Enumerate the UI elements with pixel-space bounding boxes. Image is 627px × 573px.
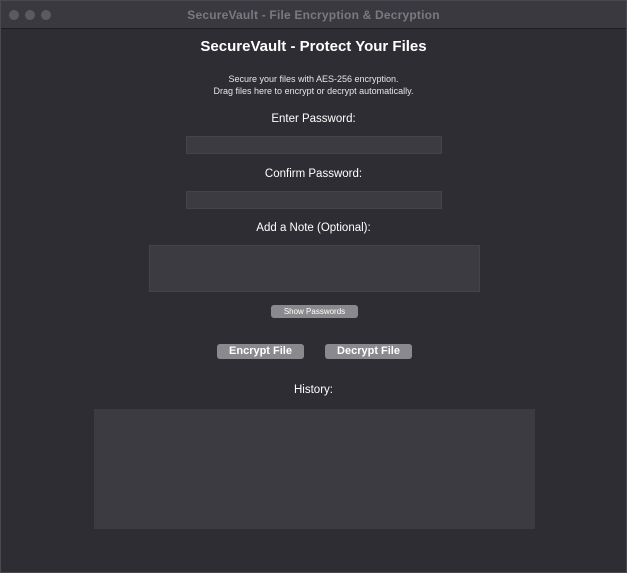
title-bar[interactable]: SecureVault - File Encryption & Decrypti… [1, 1, 626, 29]
description-line-1: Secure your files with AES-256 encryptio… [228, 74, 399, 84]
note-textarea[interactable] [149, 245, 480, 292]
confirm-password-label: Confirm Password: [264, 168, 363, 180]
window-title: SecureVault - File Encryption & Decrypti… [187, 8, 440, 22]
confirm-password-field[interactable] [186, 191, 442, 209]
password-field[interactable] [186, 136, 442, 154]
history-label: History: [294, 384, 333, 396]
note-label: Add a Note (Optional): [256, 222, 371, 234]
history-list[interactable] [94, 409, 535, 529]
description-line-2: Drag files here to encrypt or decrypt au… [213, 86, 414, 96]
password-label: Enter Password: [271, 113, 356, 125]
show-passwords-button[interactable]: Show Passwords [271, 305, 358, 318]
decrypt-file-button[interactable]: Decrypt File [325, 344, 412, 359]
encrypt-file-button[interactable]: Encrypt File [217, 344, 304, 359]
app-window: SecureVault - File Encryption & Decrypti… [0, 0, 627, 573]
page-title: SecureVault - Protect Your Files [200, 38, 427, 55]
